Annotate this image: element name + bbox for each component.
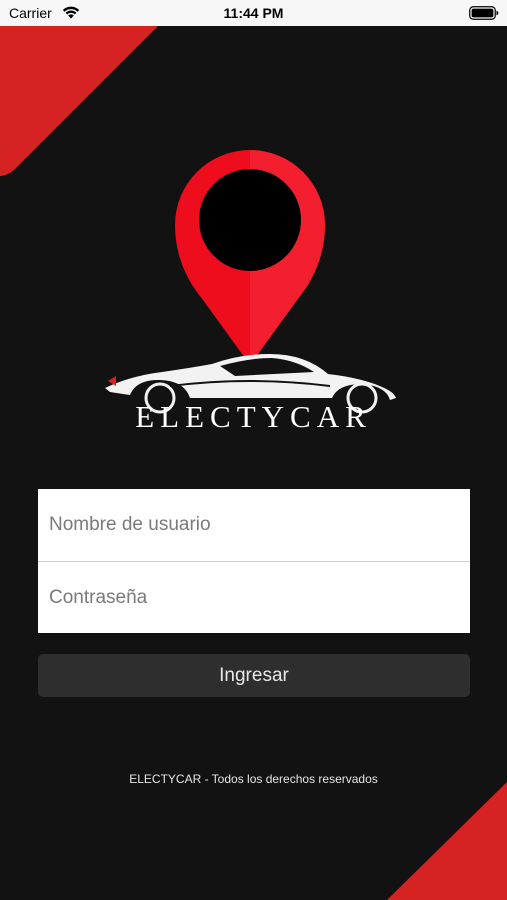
username-field-row (38, 489, 470, 561)
login-form (38, 489, 470, 633)
username-input[interactable] (38, 489, 470, 560)
brand-name: ELECTYCAR (135, 399, 372, 434)
password-input[interactable] (38, 562, 470, 633)
location-pin-car-icon (105, 150, 396, 414)
battery-icon (469, 6, 499, 20)
bottom-right-corner-decoration (387, 782, 507, 900)
footer-copyright: ELECTYCAR - Todos los derechos reservado… (129, 772, 378, 786)
status-time: 11:44 PM (223, 5, 284, 21)
login-button[interactable]: Ingresar (38, 654, 470, 697)
password-field-row (38, 561, 470, 633)
status-bar: Carrier 11:44 PM (0, 0, 507, 26)
